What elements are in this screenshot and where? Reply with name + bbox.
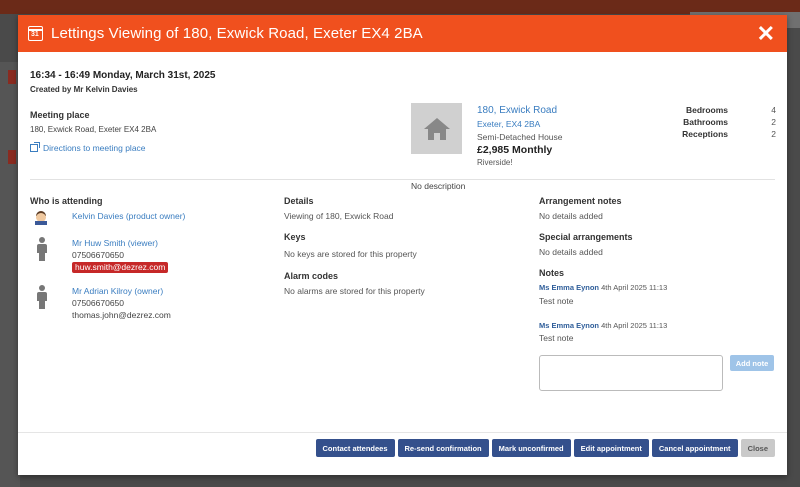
notes-heading: Notes xyxy=(539,268,565,278)
property-note: Riverside! xyxy=(477,158,513,167)
keys-value: No keys are stored for this property xyxy=(284,249,417,259)
background-marker xyxy=(8,150,16,164)
property-description: No description xyxy=(411,181,466,191)
alarm-heading: Alarm codes xyxy=(284,271,339,281)
house-icon xyxy=(423,117,450,140)
modal-footer: Contact attendees Re-send confirmation M… xyxy=(315,439,775,457)
background-top-bar xyxy=(0,0,800,14)
created-by: Created by Mr Kelvin Davies xyxy=(30,85,138,94)
property-price: £2,985 Monthly xyxy=(477,144,553,156)
modal-title: Lettings Viewing of 180, Exwick Road, Ex… xyxy=(51,25,423,42)
meeting-place-label: Meeting place xyxy=(30,110,90,120)
property-address-link[interactable]: 180, Exwick Road xyxy=(477,105,557,116)
close-icon[interactable]: ✕ xyxy=(757,22,775,45)
attendee-link[interactable]: Mr Adrian Kilroy (owner) xyxy=(72,286,163,296)
attendee-email: thomas.john@dezrez.com xyxy=(72,310,171,320)
meeting-place-value: 180, Exwick Road, Exeter EX4 2BA xyxy=(30,125,157,134)
appointment-summary: 16:34 - 16:49 Monday, March 31st, 2025 C… xyxy=(18,52,787,192)
appointment-time: 16:34 - 16:49 Monday, March 31st, 2025 xyxy=(30,70,216,81)
background-sidebar xyxy=(0,62,20,487)
add-note-button[interactable]: Add note xyxy=(730,355,774,371)
note-meta: Ms Emma Eynon 4th April 2025 11:13 xyxy=(539,283,668,292)
note-text: Test note xyxy=(539,333,574,343)
attending-heading: Who is attending xyxy=(30,196,103,206)
special-arrangements-heading: Special arrangements xyxy=(539,232,633,242)
arrangement-notes-heading: Arrangement notes xyxy=(539,196,622,206)
room-row-bedrooms: Bedrooms 4 xyxy=(685,105,776,115)
arrangement-notes-value: No details added xyxy=(539,211,603,221)
keys-heading: Keys xyxy=(284,232,306,242)
note-meta: Ms Emma Eynon 4th April 2025 11:13 xyxy=(539,321,668,330)
directions-label: Directions to meeting place xyxy=(43,143,146,153)
calendar-icon: 31 xyxy=(28,26,43,41)
property-town-link[interactable]: Exeter, EX4 2BA xyxy=(477,119,540,129)
attendee-phone: 07506670650 xyxy=(72,298,125,308)
modal-header: 31 Lettings Viewing of 180, Exwick Road,… xyxy=(18,15,787,52)
mark-unconfirmed-button[interactable]: Mark unconfirmed xyxy=(491,439,571,457)
detail-columns: Who is attending Kelvin Davies (product … xyxy=(18,193,787,433)
avatar-icon xyxy=(34,210,48,225)
details-heading: Details xyxy=(284,196,314,206)
section-divider xyxy=(30,179,775,180)
resend-confirmation-button[interactable]: Re-send confirmation xyxy=(397,439,489,457)
special-arrangements-value: No details added xyxy=(539,247,603,257)
note-input[interactable] xyxy=(539,355,723,391)
attendee-link[interactable]: Kelvin Davies (product owner) xyxy=(72,211,185,221)
directions-link[interactable]: Directions to meeting place xyxy=(30,142,146,153)
property-type: Semi-Detached House xyxy=(477,132,563,142)
person-icon xyxy=(35,285,49,309)
attendee-email-tag[interactable]: huw.smith@dezrez.com xyxy=(72,262,169,273)
room-row-bathrooms: Bathrooms 2 xyxy=(683,117,776,127)
viewing-modal: 31 Lettings Viewing of 180, Exwick Road,… xyxy=(18,15,787,475)
cancel-appointment-button[interactable]: Cancel appointment xyxy=(651,439,738,457)
details-value: Viewing of 180, Exwick Road xyxy=(284,211,394,221)
property-image xyxy=(411,103,462,154)
edit-appointment-button[interactable]: Edit appointment xyxy=(573,439,649,457)
room-row-receptions: Receptions 2 xyxy=(682,129,776,139)
contact-attendees-button[interactable]: Contact attendees xyxy=(315,439,395,457)
attendee-phone: 07506670650 xyxy=(72,250,125,260)
note-text: Test note xyxy=(539,296,574,306)
person-icon xyxy=(35,237,49,261)
room-counts: Bedrooms 4 Bathrooms 2 Receptions 2 xyxy=(658,105,776,141)
attendee-link[interactable]: Mr Huw Smith (viewer) xyxy=(72,238,158,248)
close-button[interactable]: Close xyxy=(740,439,775,457)
alarm-value: No alarms are stored for this property xyxy=(284,286,425,296)
external-link-icon xyxy=(30,142,40,152)
footer-divider xyxy=(18,432,787,433)
background-marker xyxy=(8,70,16,84)
